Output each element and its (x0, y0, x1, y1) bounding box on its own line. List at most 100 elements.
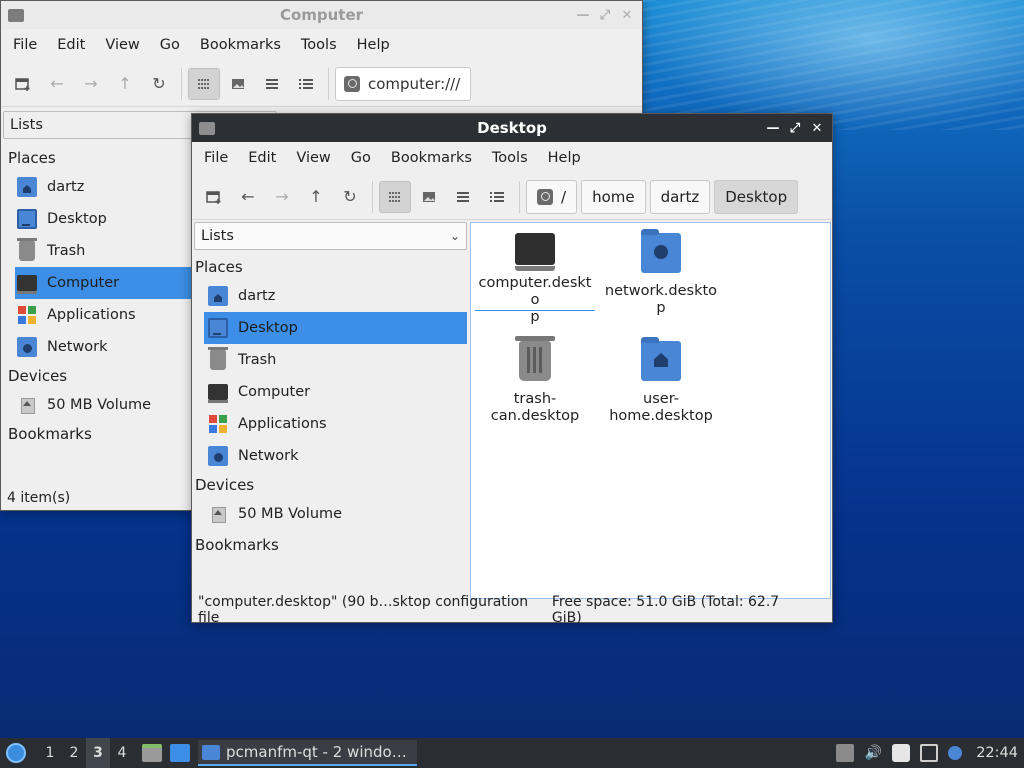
detailed-list-view-button[interactable] (481, 181, 513, 213)
network-status-icon[interactable] (920, 744, 939, 762)
sidebar-item-computer[interactable]: Computer (194, 376, 467, 408)
thumbnail-view-button[interactable] (222, 68, 254, 100)
breadcrumb-home[interactable]: home (581, 179, 646, 214)
workspace-3[interactable]: 3 (86, 738, 110, 768)
sidebar-item-label: Applications (47, 307, 136, 323)
menu-go[interactable]: Go (150, 37, 190, 53)
menu-edit[interactable]: Edit (238, 150, 286, 166)
clock[interactable]: 22:44 (976, 745, 1018, 761)
chevron-down-icon: ⌄ (449, 229, 460, 243)
new-tab-button[interactable] (7, 68, 39, 100)
side-pane-mode-label: Lists (201, 228, 234, 244)
sidebar-item-volume[interactable]: 50 MB Volume (194, 498, 467, 530)
menu-file[interactable]: File (3, 37, 47, 53)
sidebar-item-label: Applications (238, 416, 327, 432)
path-input[interactable]: computer:/// (335, 66, 472, 101)
toolbar: ← → ↑ ↻ / home dartz Desktop (192, 174, 832, 220)
computer-window-titlebar[interactable]: Computer — ⤢ ✕ (1, 1, 642, 29)
menu-tools[interactable]: Tools (482, 150, 538, 166)
menu-edit[interactable]: Edit (47, 37, 95, 53)
file-label: trash- can.desktop (490, 391, 580, 424)
taskbar: 1 2 3 4 pcmanfm-qt - 2 windo… 🔊 22:44 (0, 738, 1024, 768)
workspace-2[interactable]: 2 (62, 745, 86, 761)
trash-icon (208, 347, 228, 370)
sidebar-item-label: dartz (47, 179, 85, 195)
computer-icon (17, 275, 37, 294)
menu-tools[interactable]: Tools (291, 37, 347, 53)
sidebar-item-network[interactable]: Network (194, 440, 467, 472)
side-pane-mode-select[interactable]: Lists ⌄ (194, 222, 467, 250)
back-arrow-icon[interactable]: ← (41, 68, 73, 100)
close-button[interactable]: ✕ (808, 119, 826, 137)
file-view[interactable]: computer.deskto p network.desktop trash-… (470, 222, 831, 599)
folder-icon (8, 8, 24, 22)
file-trash-can-desktop[interactable]: trash- can.desktop (475, 336, 595, 425)
menu-bookmarks[interactable]: Bookmarks (381, 150, 482, 166)
forward-arrow-icon[interactable]: → (266, 181, 298, 213)
sidebar-item-dartz[interactable]: dartz (194, 280, 467, 312)
maximize-button[interactable]: ⤢ (786, 119, 804, 137)
taskbar-task-pcmanfm[interactable]: pcmanfm-qt - 2 windo… (198, 740, 417, 766)
file-label: computer.deskto p (478, 275, 592, 325)
sidebar-item-label: Trash (238, 352, 277, 368)
sidebar-item-desktop[interactable]: Desktop (204, 312, 467, 344)
desktop-icon (17, 209, 37, 229)
folder-icon (202, 744, 220, 760)
compact-view-button[interactable] (447, 181, 479, 213)
sidebar-item-trash[interactable]: Trash (194, 344, 467, 376)
window-title: Desktop (477, 119, 547, 137)
computer-icon (208, 384, 228, 403)
menu-file[interactable]: File (194, 150, 238, 166)
eject-icon[interactable] (836, 744, 855, 762)
icon-view-button[interactable] (379, 180, 411, 213)
menu-view[interactable]: View (286, 150, 340, 166)
breadcrumb-desktop[interactable]: Desktop (714, 179, 799, 214)
breadcrumb-root[interactable]: / (526, 179, 578, 214)
up-arrow-icon[interactable]: ↑ (109, 68, 141, 100)
applications-icon (208, 414, 228, 434)
file-manager-launcher-icon[interactable] (142, 744, 162, 762)
workspace-4[interactable]: 4 (110, 745, 134, 761)
desktop-window-titlebar[interactable]: Desktop — ⤢ ✕ (192, 114, 832, 142)
desktop-window[interactable]: Desktop — ⤢ ✕ File Edit View Go Bookmark… (191, 113, 833, 626)
update-notifier-icon[interactable] (948, 746, 963, 760)
menu-help[interactable]: Help (347, 37, 400, 53)
sidebar-item-computer[interactable]: Computer (15, 267, 195, 299)
system-tray: 🔊 22:44 (836, 744, 1024, 762)
file-user-home-desktop[interactable]: user- home.desktop (601, 337, 721, 425)
compact-view-button[interactable] (256, 68, 288, 100)
file-network-desktop[interactable]: network.desktop (601, 229, 721, 317)
task-label: pcmanfm-qt - 2 windo… (226, 743, 407, 761)
forward-arrow-icon[interactable]: → (75, 68, 107, 100)
back-arrow-icon[interactable]: ← (232, 181, 264, 213)
breadcrumb-dartz[interactable]: dartz (649, 179, 711, 214)
up-arrow-icon[interactable]: ↑ (300, 181, 332, 213)
sidebar-item-label: 50 MB Volume (238, 506, 343, 522)
clipboard-icon[interactable] (892, 744, 911, 762)
reload-icon[interactable]: ↻ (334, 181, 366, 213)
network-folder-icon (641, 229, 681, 273)
minimize-button[interactable]: — (764, 119, 782, 137)
menu-view[interactable]: View (95, 37, 149, 53)
detailed-list-view-button[interactable] (290, 68, 322, 100)
new-tab-button[interactable] (198, 181, 230, 213)
path-text: computer:/// (368, 74, 461, 93)
reload-icon[interactable]: ↻ (143, 68, 175, 100)
file-computer-desktop[interactable]: computer.deskto p (475, 233, 595, 325)
menu-bookmarks[interactable]: Bookmarks (190, 37, 291, 53)
thumbnail-view-button[interactable] (413, 181, 445, 213)
workspace-1[interactable]: 1 (38, 745, 62, 761)
maximize-button[interactable]: ⤢ (596, 6, 614, 24)
start-menu-icon[interactable] (6, 743, 26, 763)
close-button[interactable]: ✕ (618, 6, 636, 24)
menubar: File Edit View Go Bookmarks Tools Help (192, 142, 832, 174)
menu-go[interactable]: Go (341, 150, 381, 166)
applications-icon (17, 305, 37, 325)
volume-icon[interactable]: 🔊 (864, 744, 882, 762)
menu-help[interactable]: Help (538, 150, 591, 166)
bookmarks-header: Bookmarks (195, 536, 279, 554)
show-desktop-icon[interactable] (170, 744, 190, 762)
minimize-button[interactable]: — (574, 6, 592, 24)
icon-view-button[interactable] (188, 67, 220, 100)
sidebar-item-applications[interactable]: Applications (194, 408, 467, 440)
